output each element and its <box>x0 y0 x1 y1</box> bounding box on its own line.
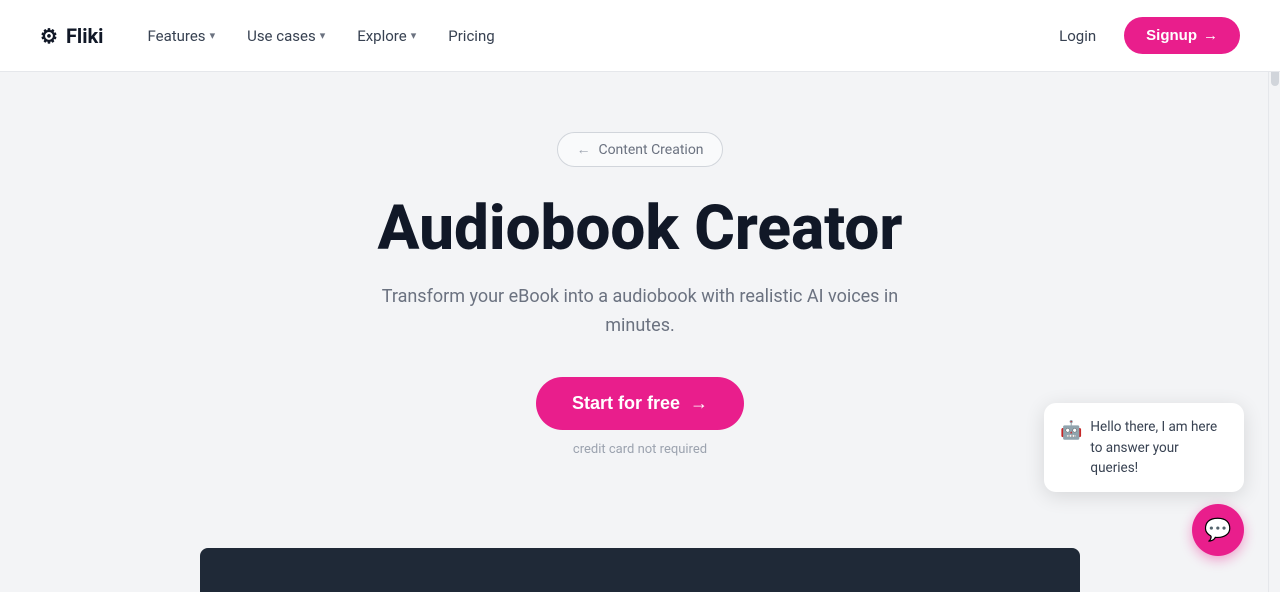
nav-use-cases-label: Use cases <box>247 27 316 45</box>
scrollbar[interactable] <box>1268 0 1280 592</box>
chat-bubble: 🤖 Hello there, I am here to answer your … <box>1044 403 1244 492</box>
start-free-button[interactable]: Start for free → <box>536 377 744 430</box>
navbar: ⚙ Fliki Features ▾ Use cases ▾ Explore ▾… <box>0 0 1280 72</box>
nav-features[interactable]: Features ▾ <box>135 19 227 53</box>
breadcrumb-label: Content Creation <box>598 142 703 158</box>
gear-icon: ⚙ <box>40 24 58 48</box>
chat-emoji-icon: 🤖 <box>1060 417 1082 444</box>
chat-message: Hello there, I am here to answer your qu… <box>1090 417 1228 478</box>
nav-pricing-label: Pricing <box>448 27 494 45</box>
chevron-down-icon: ▾ <box>320 29 326 42</box>
cta-label: Start for free <box>572 393 680 414</box>
signup-label: Signup <box>1146 27 1197 44</box>
chat-open-button[interactable]: 💬 <box>1192 504 1244 556</box>
nav-explore[interactable]: Explore ▾ <box>345 19 428 53</box>
nav-use-cases[interactable]: Use cases ▾ <box>235 19 337 53</box>
signup-button[interactable]: Signup → <box>1124 17 1240 54</box>
logo-text: Fliki <box>66 24 104 48</box>
nav-features-label: Features <box>147 27 205 45</box>
navbar-left: ⚙ Fliki Features ▾ Use cases ▾ Explore ▾… <box>40 19 507 53</box>
credit-note: credit card not required <box>573 442 707 457</box>
chat-icon: 💬 <box>1204 518 1231 543</box>
chevron-down-icon: ▾ <box>210 29 216 42</box>
back-arrow-icon: ← <box>576 141 590 158</box>
cta-arrow-icon: → <box>690 393 708 414</box>
breadcrumb[interactable]: ← Content Creation <box>557 132 722 167</box>
page-title: Audiobook Creator <box>378 195 903 263</box>
login-button[interactable]: Login <box>1047 19 1108 53</box>
nav-links: Features ▾ Use cases ▾ Explore ▾ Pricing <box>135 19 506 53</box>
hero-subtitle: Transform your eBook into a audiobook wi… <box>380 283 900 341</box>
preview-bar <box>200 548 1080 592</box>
arrow-icon: → <box>1203 27 1218 44</box>
navbar-right: Login Signup → <box>1047 17 1240 54</box>
nav-explore-label: Explore <box>357 27 407 45</box>
chevron-down-icon: ▾ <box>411 29 417 42</box>
nav-pricing[interactable]: Pricing <box>436 19 506 53</box>
logo[interactable]: ⚙ Fliki <box>40 24 103 48</box>
